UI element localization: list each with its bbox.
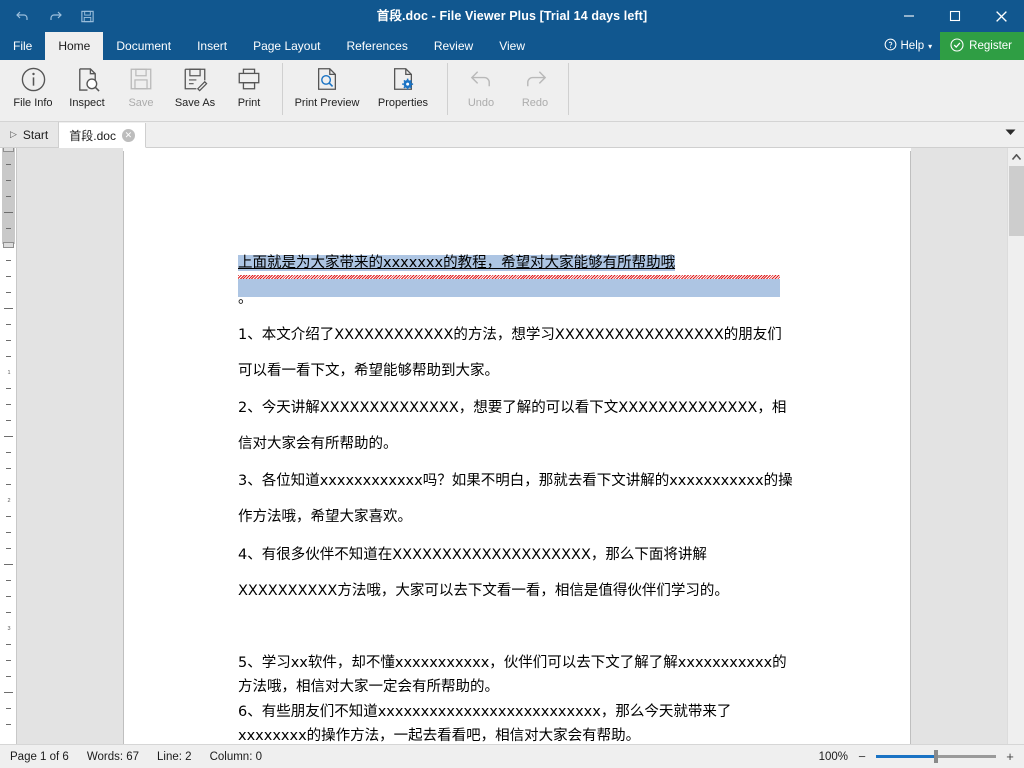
print-preview-button[interactable]: Print Preview	[289, 60, 365, 118]
ruler-top-indent-handle[interactable]	[3, 242, 14, 248]
ribbon-divider-2	[447, 63, 448, 115]
file-info-button[interactable]: File Info	[6, 60, 60, 118]
minimize-icon[interactable]	[886, 0, 932, 32]
undo-arrow-icon	[468, 64, 495, 94]
close-icon[interactable]: ✕	[122, 129, 135, 142]
help-button[interactable]: Help ▾	[876, 32, 941, 60]
redo-arrow-icon	[522, 64, 549, 94]
file-info-label: File Info	[13, 97, 52, 109]
tab-file[interactable]: File	[0, 32, 45, 60]
help-label: Help	[901, 40, 925, 52]
status-line: Line: 2	[157, 751, 192, 763]
floppy-disk-icon	[128, 64, 154, 94]
paragraph-0-text: 上面就是为大家带来的xxxxxxx的教程，希望对大家能够有所帮助哦	[238, 255, 675, 271]
redo-button: Redo	[508, 60, 562, 118]
page-gear-icon	[390, 64, 416, 94]
title-bar: 首段.doc - File Viewer Plus [Trial 14 days…	[0, 0, 1024, 32]
play-triangle-icon: ▷	[10, 129, 17, 140]
save-as-label: Save As	[175, 97, 215, 109]
paragraph-4-text: 4、有很多伙伴不知道在XXXXXXXXXXXXXXXXXXXX，那么下面将讲解X…	[238, 547, 729, 599]
chevron-down-icon: ▾	[928, 42, 932, 51]
paragraph-1-text: 1、本文介绍了XXXXXXXXXXXX的方法，想学习XXXXXXXXXXXXXX…	[238, 327, 782, 379]
tab-home[interactable]: Home	[45, 32, 103, 60]
tab-view[interactable]: View	[486, 32, 538, 60]
paragraph-1[interactable]: 1、本文介绍了XXXXXXXXXXXX的方法，想学习XXXXXXXXXXXXXX…	[238, 317, 794, 389]
tab-page-layout[interactable]: Page Layout	[240, 32, 333, 60]
tab-start[interactable]: ▷ Start	[0, 122, 59, 147]
tab-references[interactable]: References	[333, 32, 420, 60]
scrollbar-thumb[interactable]	[1009, 166, 1024, 236]
vertical-scrollbar[interactable]	[1007, 148, 1024, 744]
document-tab-strip: ▷ Start 首段.doc ✕	[0, 122, 1024, 148]
tab-document[interactable]: Document	[103, 32, 184, 60]
paragraph-4[interactable]: 4、有很多伙伴不知道在XXXXXXXXXXXXXXXXXXXX，那么下面将讲解X…	[238, 537, 794, 609]
zoom-out-button[interactable]: −	[856, 749, 868, 764]
redo-label: Redo	[522, 97, 548, 109]
register-label: Register	[969, 40, 1012, 52]
info-circle-icon	[20, 64, 47, 94]
tab-document-label: 首段.doc	[69, 127, 116, 144]
save-as-button[interactable]: Save As	[168, 60, 222, 118]
paragraph-2-text: 2、今天讲解XXXXXXXXXXXXXX，想要了解的可以看下文XXXXXXXXX…	[238, 400, 786, 452]
inspect-button[interactable]: Inspect	[60, 60, 114, 118]
paragraph-5-text: 5、学习xx软件，却不懂xxxxxxxxxxx，伙伴们可以去下文了解了解xxxx…	[238, 655, 787, 695]
zoom-slider[interactable]	[876, 755, 996, 758]
undo-button: Undo	[454, 60, 508, 118]
print-preview-label: Print Preview	[295, 97, 360, 109]
maximize-icon[interactable]	[932, 0, 978, 32]
paragraph-2[interactable]: 2、今天讲解XXXXXXXXXXXXXX，想要了解的可以看下文XXXXXXXXX…	[238, 390, 794, 462]
inspect-label: Inspect	[69, 97, 104, 109]
help-circle-icon	[884, 38, 897, 54]
scroll-up-arrow-icon[interactable]	[1008, 148, 1024, 165]
print-label: Print	[238, 97, 261, 109]
zoom-in-button[interactable]: +	[1004, 749, 1016, 764]
vertical-ruler[interactable]: 1 2 3	[0, 148, 17, 744]
close-icon[interactable]	[978, 0, 1024, 32]
paragraph-3-text: 3、各位知道xxxxxxxxxxxx吗？如果不明白，那就去看下文讲解的xxxxx…	[238, 473, 793, 525]
floppy-disk-pencil-icon	[182, 64, 208, 94]
zoom-slider-thumb[interactable]	[934, 750, 938, 763]
page-magnifier-icon	[314, 64, 340, 94]
spellcheck-underline	[238, 275, 780, 279]
ribbon-group-file: File Info Inspect Save	[6, 60, 276, 121]
ribbon-divider-3	[568, 63, 569, 115]
document-magnifier-icon	[74, 64, 101, 94]
register-button[interactable]: Register	[940, 32, 1024, 60]
document-page[interactable]: 上面就是为大家带来的xxxxxxx的教程，希望对大家能够有所帮助哦 。 1、本文…	[123, 151, 911, 745]
paragraph-3[interactable]: 3、各位知道xxxxxxxxxxxx吗？如果不明白，那就去看下文讲解的xxxxx…	[238, 463, 794, 535]
paragraph-0b-text: 。	[238, 291, 253, 307]
paragraph-6-text: 6、有些朋友们不知道xxxxxxxxxxxxxxxxxxxxxxxxxx，那么今…	[238, 704, 731, 744]
zoom-slider-fill	[876, 755, 936, 758]
save-label: Save	[128, 97, 153, 109]
tab-document-shoudan[interactable]: 首段.doc ✕	[59, 123, 146, 148]
tab-review[interactable]: Review	[421, 32, 486, 60]
save-button: Save	[114, 60, 168, 118]
zoom-level-label: 100%	[819, 751, 848, 763]
status-column: Column: 0	[210, 751, 262, 763]
ribbon-group-preview: Print Preview Properties	[289, 60, 441, 121]
properties-label: Properties	[378, 97, 428, 109]
ribbon-toolbar: File Info Inspect Save	[0, 60, 1024, 122]
paragraph-5[interactable]: 5、学习xx软件，却不懂xxxxxxxxxxx，伙伴们可以去下文了解了解xxxx…	[238, 651, 794, 699]
status-bar: Page 1 of 6 Words: 67 Line: 2 Column: 0 …	[0, 744, 1024, 768]
status-words: Words: 67	[87, 751, 139, 763]
status-page: Page 1 of 6	[10, 751, 69, 763]
print-button[interactable]: Print	[222, 60, 276, 118]
paragraph-6[interactable]: 6、有些朋友们不知道xxxxxxxxxxxxxxxxxxxxxxxxxx，那么今…	[238, 700, 794, 748]
undo-label: Undo	[468, 97, 494, 109]
tab-insert[interactable]: Insert	[184, 32, 240, 60]
document-workspace: 1 2 3 上面就是为大家带来的xxxxxxx的教程，希望对大家能够有所帮助哦	[0, 148, 1024, 744]
window-title: 首段.doc - File Viewer Plus [Trial 14 days…	[0, 0, 1024, 32]
properties-button[interactable]: Properties	[365, 60, 441, 118]
printer-icon	[236, 64, 262, 94]
tab-start-label: Start	[23, 128, 48, 142]
tab-overflow-caret-icon[interactable]	[1005, 123, 1016, 141]
paragraph-0b[interactable]: 。	[238, 281, 794, 317]
ruler-top-margin-handle[interactable]	[3, 148, 14, 152]
ribbon-tab-bar: File Home Document Insert Page Layout Re…	[0, 32, 1024, 60]
ribbon-group-history: Undo Redo	[454, 60, 562, 121]
ribbon-divider-1	[282, 63, 283, 115]
window-controls	[886, 0, 1024, 32]
check-circle-icon	[950, 38, 964, 55]
